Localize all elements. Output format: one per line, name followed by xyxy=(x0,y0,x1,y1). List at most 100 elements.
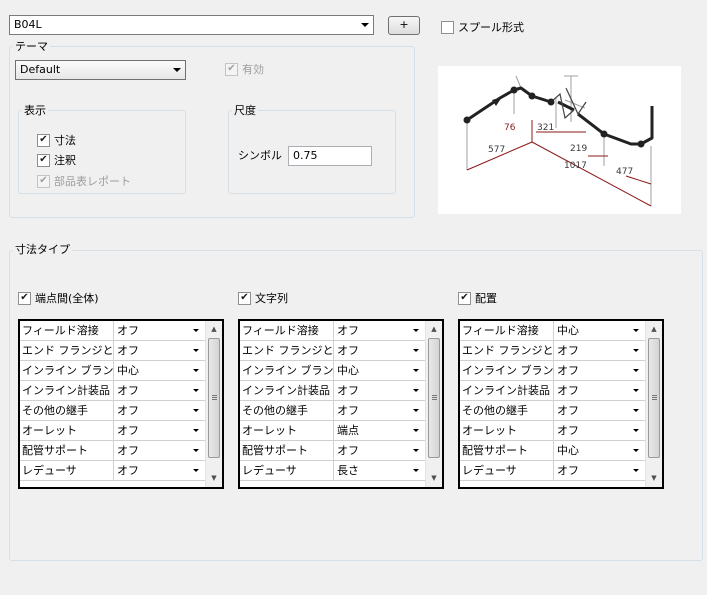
spool-format-box xyxy=(441,20,454,34)
dimension-types-group-label: 寸法タイプ xyxy=(13,243,72,256)
endpoint-overall-checkbox[interactable]: ✔ 端点間(全体) xyxy=(18,290,99,306)
row-value: 中心 xyxy=(337,364,359,377)
theme-enabled-checkbox[interactable]: ✔ 有効 xyxy=(225,61,264,77)
chevron-down-icon xyxy=(193,409,199,412)
vertical-scrollbar[interactable]: ▲ ▼ xyxy=(205,321,222,487)
chevron-down-icon xyxy=(361,23,369,27)
scroll-up-icon[interactable]: ▲ xyxy=(646,321,662,338)
chevron-down-icon xyxy=(413,369,419,372)
row-value-select[interactable]: 中心 xyxy=(554,321,645,340)
add-style-button[interactable]: + xyxy=(388,16,420,35)
row-value-select[interactable]: オフ xyxy=(114,321,205,340)
row-value-select[interactable]: オフ xyxy=(554,381,645,400)
string-grid: フィールド溶接オフ エンド フランジと…オフ インライン ブランチ中心 インライ… xyxy=(238,319,444,489)
scroll-thumb[interactable] xyxy=(208,338,220,458)
row-value: オフ xyxy=(117,424,139,437)
row-value-select[interactable]: オフ xyxy=(114,341,205,360)
check-icon: ✔ xyxy=(18,291,31,305)
row-value-select[interactable]: オフ xyxy=(114,381,205,400)
placement-grid: フィールド溶接中心 エンド フランジと…オフ インライン ブランチオフ インライ… xyxy=(458,319,664,489)
spool-format-label: スプール形式 xyxy=(458,21,524,34)
spool-format-checkbox[interactable]: スプール形式 xyxy=(441,19,524,35)
row-value: オフ xyxy=(117,464,139,477)
table-row: インライン ブランチ中心 xyxy=(20,361,205,381)
row-value-select[interactable]: オフ xyxy=(114,441,205,460)
row-value: オフ xyxy=(117,404,139,417)
display-group-label: 表示 xyxy=(22,104,48,117)
scroll-down-icon[interactable]: ▼ xyxy=(206,470,222,487)
bom-report-checkbox[interactable]: ✔ 部品表レポート xyxy=(37,173,131,189)
scroll-thumb[interactable] xyxy=(428,338,440,458)
row-value-select[interactable]: オフ xyxy=(334,441,425,460)
row-name: エンド フランジと… xyxy=(240,341,334,360)
row-name: レデューサ xyxy=(20,461,114,480)
vertical-scrollbar[interactable]: ▲ ▼ xyxy=(425,321,442,487)
row-value-select[interactable]: 端点 xyxy=(334,421,425,440)
row-value-select[interactable]: オフ xyxy=(554,421,645,440)
row-value-select[interactable]: 中心 xyxy=(554,441,645,460)
annotation-display-checkbox[interactable]: ✔ 注釈 xyxy=(37,152,76,168)
row-value-select[interactable]: オフ xyxy=(334,381,425,400)
row-value-select[interactable]: オフ xyxy=(114,401,205,420)
dimension-display-checkbox[interactable]: ✔ 寸法 xyxy=(37,132,76,148)
style-select[interactable]: B04L xyxy=(9,15,374,35)
row-name: インライン ブランチ xyxy=(460,361,554,380)
chevron-down-icon xyxy=(413,429,419,432)
row-value-select[interactable]: オフ xyxy=(114,421,205,440)
placement-checkbox[interactable]: ✔ 配置 xyxy=(458,290,497,306)
chevron-down-icon xyxy=(633,409,639,412)
endpoint-overall-grid: フィールド溶接オフ エンド フランジと…オフ インライン ブランチ中心 インライ… xyxy=(18,319,224,489)
row-value-select[interactable]: オフ xyxy=(334,341,425,360)
check-icon: ✔ xyxy=(37,133,50,147)
row-value-select[interactable]: オフ xyxy=(114,461,205,480)
row-value: オフ xyxy=(557,344,579,357)
dim-label: 477 xyxy=(616,167,633,177)
row-name: 配管サポート xyxy=(20,441,114,460)
row-value-select[interactable]: オフ xyxy=(334,401,425,420)
chevron-down-icon xyxy=(633,429,639,432)
table-row: その他の継手 オフ xyxy=(20,401,205,421)
row-value-select[interactable]: オフ xyxy=(554,401,645,420)
table-row: 配管サポート オフ xyxy=(240,441,425,461)
row-value-select[interactable]: 長さ xyxy=(334,461,425,480)
theme-select-value: Default xyxy=(20,63,61,76)
table-row: エンド フランジと…オフ xyxy=(240,341,425,361)
row-value-select[interactable]: オフ xyxy=(554,461,645,480)
table-row: レデューサ オフ xyxy=(460,461,645,481)
symbol-scale-input[interactable]: 0.75 xyxy=(288,146,372,166)
row-value-select[interactable]: オフ xyxy=(334,321,425,340)
row-value-select[interactable]: 中心 xyxy=(334,361,425,380)
row-name: インライン ブランチ xyxy=(240,361,334,380)
theme-group-label: テーマ xyxy=(13,40,50,53)
row-value-select[interactable]: 中心 xyxy=(114,361,205,380)
dimension-display-label: 寸法 xyxy=(54,134,76,147)
table-row: オーレット 端点 xyxy=(240,421,425,441)
row-value: オフ xyxy=(337,344,359,357)
table-row: レデューサ オフ xyxy=(20,461,205,481)
endpoint-overall-label: 端点間(全体) xyxy=(35,292,99,305)
check-icon: ✔ xyxy=(458,291,471,305)
grip-icon xyxy=(652,395,657,400)
row-value: オフ xyxy=(557,404,579,417)
string-checkbox[interactable]: ✔ 文字列 xyxy=(238,290,288,306)
dim-label: 1017 xyxy=(564,161,587,171)
row-name: インライン計装品 xyxy=(240,381,334,400)
row-value-select[interactable]: オフ xyxy=(554,341,645,360)
scroll-up-icon[interactable]: ▲ xyxy=(206,321,222,338)
row-value-select[interactable]: オフ xyxy=(554,361,645,380)
row-value: 中心 xyxy=(557,444,579,457)
table-row: インライン ブランチ中心 xyxy=(240,361,425,381)
table-row: エンド フランジと…オフ xyxy=(460,341,645,361)
row-value: オフ xyxy=(557,384,579,397)
scroll-up-icon[interactable]: ▲ xyxy=(426,321,442,338)
theme-select[interactable]: Default xyxy=(15,60,186,80)
row-value: オフ xyxy=(337,444,359,457)
table-row: エンド フランジと…オフ xyxy=(20,341,205,361)
vertical-scrollbar[interactable]: ▲ ▼ xyxy=(645,321,662,487)
theme-enabled-label: 有効 xyxy=(242,63,264,76)
table-row: オーレット オフ xyxy=(20,421,205,441)
scroll-down-icon[interactable]: ▼ xyxy=(426,470,442,487)
row-name: その他の継手 xyxy=(240,401,334,420)
scroll-thumb[interactable] xyxy=(648,338,660,458)
scroll-down-icon[interactable]: ▼ xyxy=(646,470,662,487)
